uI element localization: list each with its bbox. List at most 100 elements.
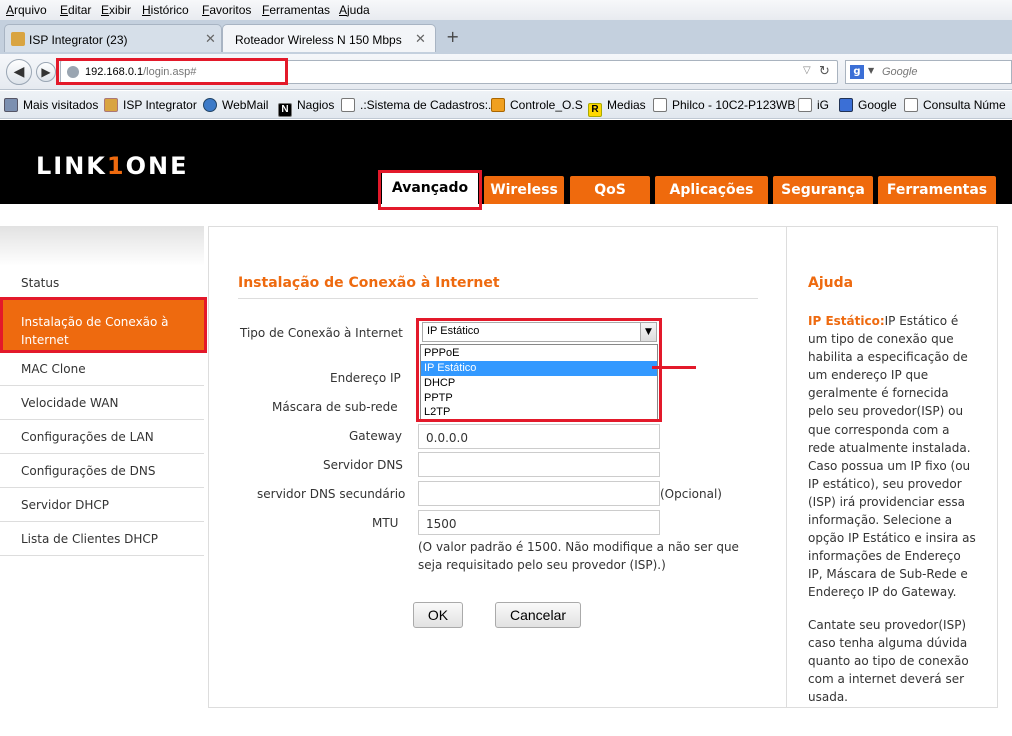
menu-arquivo[interactable]: Arquivo <box>6 3 47 17</box>
nav-tab-seguranca[interactable]: Segurança <box>773 176 873 204</box>
tab-isp-integrator[interactable]: ISP Integrator (23) ✕ <box>4 24 222 52</box>
logo-text-left: LINK <box>36 152 107 180</box>
sidebar-highlight-box <box>0 297 207 353</box>
bookmark-label: Controle_O.S <box>510 98 583 112</box>
dns2-label: servidor DNS secundário <box>257 487 406 501</box>
cancel-button[interactable]: Cancelar <box>495 602 581 628</box>
bookmark-label: Medias <box>607 98 646 112</box>
connection-type-label: Tipo de Conexão à Internet <box>240 326 403 340</box>
mtu-note: (O valor padrão é 1500. Não modifique a … <box>418 540 739 572</box>
search-placeholder: Google <box>882 66 918 78</box>
menu-ferramentas[interactable]: Ferramentas <box>262 3 330 17</box>
bookmark-label: WebMail <box>222 98 269 112</box>
menu-exibir[interactable]: Exibir <box>101 3 131 17</box>
tab-router[interactable]: Roteador Wireless N 150 Mbps ✕ <box>222 24 436 52</box>
bookmark-icon <box>491 98 505 112</box>
sidebar-item-lan[interactable]: Configurações de LAN <box>0 420 204 454</box>
gateway-input[interactable]: 0.0.0.0 <box>418 424 660 449</box>
logo: LINK1ONE <box>36 152 189 180</box>
bookmark-philco[interactable]: Philco - 10C2-P123WB <box>653 98 795 112</box>
help-paragraph-2: Cantate seu provedor(ISP) caso tenha alg… <box>808 618 969 705</box>
nav-tab-ferramentas[interactable]: Ferramentas <box>878 176 996 204</box>
menu-historico[interactable]: Histórico <box>142 3 189 17</box>
bookmark-label: Nagios <box>297 98 335 112</box>
close-icon[interactable]: ✕ <box>415 31 426 47</box>
bookmark-label: Mais visitados <box>23 98 99 112</box>
bookmark-label: Philco - 10C2-P123WB <box>672 98 796 112</box>
bookmark-icon <box>839 98 853 112</box>
tab-label: Roteador Wireless N 150 Mbps <box>235 33 402 47</box>
help-title: Ajuda <box>808 275 854 291</box>
bookmark-icon <box>341 98 355 112</box>
ip-label: Endereço IP <box>330 371 401 385</box>
nav-tab-qos[interactable]: QoS <box>570 176 650 204</box>
forward-icon[interactable]: ▶ <box>36 62 56 82</box>
bookmark-mais-visitados[interactable]: Mais visitados <box>4 98 98 112</box>
navigation-bar: ◀ ▶ 192.168.0.1/login.asp# ▽ ↻ g ▼ Googl… <box>0 54 1012 90</box>
bookmark-icon: R <box>588 103 602 117</box>
bookmark-isp-integrator[interactable]: ISP Integrator <box>104 98 197 112</box>
menu-favoritos[interactable]: Favoritos <box>202 3 251 17</box>
bookmark-icon <box>4 98 18 112</box>
sidebar-item-dhcp[interactable]: Servidor DHCP <box>0 488 204 522</box>
bookmark-ig[interactable]: iG <box>798 98 829 112</box>
bookmark-medias[interactable]: R Medias <box>588 98 646 117</box>
mask-label: Máscara de sub-rede <box>272 400 398 414</box>
bookmark-consulta[interactable]: Consulta Núme <box>904 98 1006 112</box>
menu-editar[interactable]: Editar <box>60 3 91 17</box>
sidebar-item-clientes-dhcp[interactable]: Lista de Clientes DHCP <box>0 522 204 556</box>
menu-ajuda[interactable]: Ajuda <box>339 3 370 17</box>
bookmark-icon <box>798 98 812 112</box>
mtu-input[interactable]: 1500 <box>418 510 660 535</box>
dropdown-highlight-box <box>416 318 662 422</box>
page-title: Instalação de Conexão à Internet <box>238 275 500 291</box>
close-icon[interactable]: ✕ <box>205 31 216 47</box>
sidebar-item-dns[interactable]: Configurações de DNS <box>0 454 204 488</box>
url-highlight-box <box>56 58 288 85</box>
nav-tab-wireless[interactable]: Wireless <box>484 176 564 204</box>
bookmark-webmail[interactable]: WebMail <box>203 98 268 112</box>
bookmark-icon <box>653 98 667 112</box>
tab-bar: ISP Integrator (23) ✕ Roteador Wireless … <box>0 20 1012 54</box>
sidebar-item-status[interactable]: Status <box>0 266 204 300</box>
bookmark-nagios[interactable]: N Nagios <box>278 98 334 117</box>
dns-input[interactable] <box>418 452 660 477</box>
dropdown-arrow-icon[interactable]: ▼ <box>868 66 874 75</box>
google-icon: g <box>850 65 864 79</box>
bookmark-icon <box>203 98 217 112</box>
sidebar-item-mac-clone[interactable]: MAC Clone <box>0 352 204 386</box>
bookmark-label: .:Sistema de Cadastros:. <box>360 98 492 112</box>
new-tab-icon[interactable]: + <box>446 27 459 46</box>
nav-tab-highlight-box <box>378 170 482 210</box>
logo-text-right: ONE <box>125 152 189 180</box>
sidebar-item-velocidade-wan[interactable]: Velocidade WAN <box>0 386 204 420</box>
bookmark-label: ISP Integrator <box>123 98 197 112</box>
back-icon[interactable]: ◀ <box>6 59 32 85</box>
bookmark-sistema-cadastros[interactable]: .:Sistema de Cadastros:. <box>341 98 491 112</box>
gateway-label: Gateway <box>349 429 403 443</box>
dns-label: Servidor DNS <box>323 458 403 472</box>
search-box[interactable]: g ▼ Google <box>845 60 1012 84</box>
logo-text-mid: 1 <box>106 152 126 180</box>
help-paragraph-1: IP Estático:IP Estático é um tipo de con… <box>808 312 978 602</box>
bookmark-icon: N <box>278 103 292 117</box>
optional-label: (Opcional) <box>660 487 722 501</box>
bookmark-google[interactable]: Google <box>839 98 897 112</box>
bookmarks-bar: Mais visitados ISP Integrator WebMail NN… <box>0 91 1012 119</box>
title-divider <box>238 298 758 299</box>
tab-label: ISP Integrator (23) <box>29 33 128 47</box>
bookmark-label: Google <box>858 98 897 112</box>
dns2-input[interactable] <box>418 481 660 506</box>
help-keyword: IP Estático: <box>808 314 885 328</box>
help-text: IP Estático é um tipo de conexão que hab… <box>808 314 976 600</box>
bookmark-label: Consulta Núme <box>923 98 1006 112</box>
ok-button[interactable]: OK <box>413 602 463 628</box>
reload-icon[interactable]: ↻ <box>819 64 830 79</box>
dropdown-arrow-icon[interactable]: ▽ <box>803 65 811 76</box>
menu-bar: Arquivo Editar Exibir Histórico Favorito… <box>0 0 1012 20</box>
favicon-icon <box>11 32 25 46</box>
bookmark-icon <box>904 98 918 112</box>
bookmark-label: iG <box>817 98 829 112</box>
nav-tab-aplicacoes[interactable]: Aplicações <box>655 176 768 204</box>
bookmark-controle-os[interactable]: Controle_O.S <box>491 98 583 112</box>
